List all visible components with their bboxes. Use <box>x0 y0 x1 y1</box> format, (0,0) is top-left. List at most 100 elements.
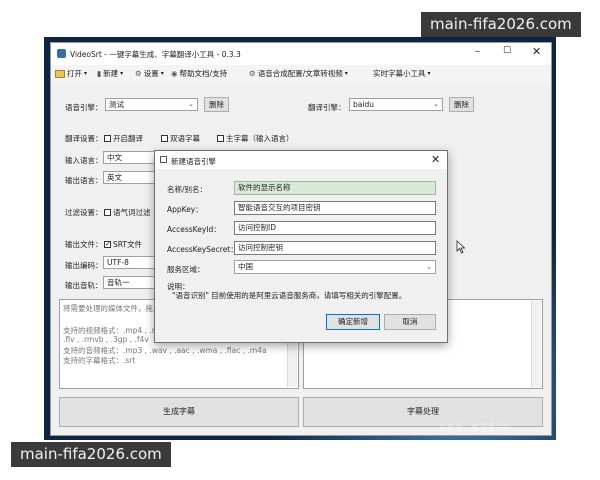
menu-settings-label: 设置 <box>143 69 159 78</box>
appkey-field-value: 智能语音交互的项目密钥 <box>238 203 321 212</box>
menu-speech-config-label: 语音合成配置/文章转视频 <box>257 69 343 78</box>
menu-open-label: 打开 <box>67 69 82 78</box>
chevron-down-icon: ⌄ <box>433 100 439 108</box>
help-icon: ◉ <box>171 69 178 78</box>
keyid-label: AccessKeyId： <box>167 225 221 234</box>
menu-open[interactable]: 打开 ▾ <box>55 68 87 79</box>
dialog-close-icon[interactable]: ✕ <box>431 153 440 166</box>
input-lang-select[interactable]: 中文 <box>103 151 155 164</box>
checkbox-icon <box>217 135 224 142</box>
new-icon: ▮ <box>97 69 102 78</box>
filter-checkbox[interactable]: 语气词过滤 <box>104 207 151 218</box>
engine-select-value: 测试 <box>109 100 124 109</box>
generate-subtitle-button[interactable]: 生成字幕 <box>59 397 299 427</box>
output-lang-label: 输出语言： <box>65 176 103 185</box>
output-track-label: 输出音轨： <box>65 281 103 290</box>
output-lang-value: 英文 <box>107 173 122 182</box>
chevron-down-icon: ▾ <box>344 70 348 77</box>
output-encoding-label: 输出编码： <box>65 261 103 270</box>
appkey-label: AppKey： <box>167 205 203 214</box>
scrollbar[interactable] <box>531 301 541 387</box>
main-subtitle-label: 主字幕（输入语言） <box>226 134 294 143</box>
appkey-field[interactable]: 智能语音交互的项目密钥 <box>234 201 436 215</box>
menu-help[interactable]: ◉ 帮助文档/支持 <box>171 68 227 79</box>
dialog-title-bar: 新建语音引擎 ✕ <box>155 151 447 169</box>
faint-watermark: 头条号：繁华落尽的 <box>439 423 511 432</box>
translate-engine-select-value: baidu <box>353 100 374 109</box>
checkbox-icon <box>161 135 168 142</box>
engine-select[interactable]: 测试 ⌄ <box>105 98 198 111</box>
menu-realtime[interactable]: 实时字幕小工具 ▾ <box>373 68 431 79</box>
mouse-cursor-icon <box>456 240 466 254</box>
keyid-field[interactable]: 访问控制ID <box>234 221 436 235</box>
name-field-value: 软件的显示名称 <box>238 183 291 192</box>
dialog-title: 新建语音引擎 <box>171 157 216 166</box>
checkmark-icon: ✓ <box>104 240 111 248</box>
translate-engine-delete-button[interactable]: 删除 <box>449 97 474 112</box>
secret-field[interactable]: 访问控制密钥 <box>234 241 436 255</box>
name-label: 名称/别名： <box>167 185 208 194</box>
chevron-down-icon: ▾ <box>120 70 124 77</box>
menu-new[interactable]: ▮ 新建 ▾ <box>97 68 123 79</box>
enable-translate-checkbox[interactable]: 开启翻译 <box>104 133 143 144</box>
secret-label: AccessKeySecret： <box>167 245 238 254</box>
menu-settings[interactable]: ⚙ 设置 ▾ <box>135 68 164 79</box>
chevron-down-icon: ▾ <box>84 70 88 77</box>
filter-option-label: 语气词过滤 <box>113 208 151 217</box>
chevron-down-icon: ▾ <box>427 70 431 77</box>
filter-label: 过滤设置： <box>65 208 103 217</box>
translate-engine-select[interactable]: baidu ⌄ <box>349 98 443 111</box>
dialog-icon <box>160 156 167 163</box>
close-icon[interactable]: ✕ <box>532 45 541 58</box>
video-formats-line2: .flv , .rmvb , .3gp , .f4v <box>63 335 149 344</box>
name-field[interactable]: 软件的显示名称 <box>234 181 436 195</box>
region-select[interactable]: 中国 ⌄ <box>234 260 436 274</box>
maximize-icon[interactable]: ☐ <box>503 46 511 56</box>
chevron-down-icon: ⌄ <box>188 100 194 108</box>
output-file-label: 输出文件： <box>65 240 103 249</box>
title-bar: VideoSrt - 一键字幕生成、字幕翻译小工具 - 0.3.3 – ☐ ✕ <box>51 43 551 65</box>
menu-help-label: 帮助文档/支持 <box>179 69 228 78</box>
output-encoding-value: UTF-8 <box>107 258 129 267</box>
menu-bar: 打开 ▾ ▮ 新建 ▾ ⚙ 设置 ▾ ◉ 帮助文档/支持 ⚙ 语音合成配置/文章… <box>51 65 551 83</box>
gear-icon: ⚙ <box>135 69 142 78</box>
enable-translate-label: 开启翻译 <box>113 134 143 143</box>
dropzone-hint: 将需要处理的媒体文件，拖入 <box>63 304 161 313</box>
minimize-icon[interactable]: – <box>475 46 480 57</box>
chevron-down-icon: ⌄ <box>426 263 432 271</box>
srt-option-label: SRT文件 <box>113 240 143 249</box>
window-title: VideoSrt - 一键字幕生成、字幕翻译小工具 - 0.3.3 <box>70 50 241 59</box>
srt-checkbox[interactable]: ✓ SRT文件 <box>104 239 142 250</box>
output-track-value: 音轨一 <box>107 278 130 287</box>
checkbox-icon <box>104 209 111 216</box>
menu-realtime-label: 实时字幕小工具 <box>373 69 426 78</box>
output-lang-select[interactable]: 英文 <box>103 171 155 184</box>
watermark-bottom: main-fifa2026.com <box>11 442 171 467</box>
keyid-field-value: 访问控制ID <box>238 223 276 232</box>
note-text: "语音识别" 目前使用的是阿里云语音服务商，请填写相关的引擎配置。 <box>172 291 407 300</box>
secret-field-value: 访问控制密钥 <box>238 243 283 252</box>
translate-settings-label: 翻译设置： <box>65 134 103 143</box>
output-encoding-select[interactable]: UTF-8 <box>103 256 155 269</box>
input-lang-value: 中文 <box>107 153 122 162</box>
app-icon <box>57 49 66 58</box>
cancel-button[interactable]: 取消 <box>384 314 436 330</box>
bilingual-checkbox[interactable]: 双语字幕 <box>161 133 200 144</box>
output-track-select[interactable]: 音轨一 <box>103 276 155 289</box>
gear-icon: ⚙ <box>249 69 256 78</box>
region-select-value: 中国 <box>238 262 253 271</box>
checkbox-icon <box>104 135 111 142</box>
menu-new-label: 新建 <box>103 69 119 78</box>
main-subtitle-checkbox[interactable]: 主字幕（输入语言） <box>217 133 294 144</box>
new-engine-dialog: 新建语音引擎 ✕ 名称/别名： 软件的显示名称 AppKey： 智能语音交互的项… <box>154 150 448 343</box>
confirm-add-button[interactable]: 确定新增 <box>326 314 380 330</box>
engine-delete-button[interactable]: 删除 <box>204 97 229 112</box>
folder-icon <box>55 69 65 78</box>
chevron-down-icon: ▾ <box>160 70 164 77</box>
translate-engine-label: 翻译引擎： <box>308 103 346 112</box>
watermark-top: main-fifa2026.com <box>421 12 581 37</box>
bilingual-label: 双语字幕 <box>170 134 200 143</box>
menu-speech-config[interactable]: ⚙ 语音合成配置/文章转视频 ▾ <box>249 68 348 79</box>
region-label: 服务区域： <box>167 265 205 274</box>
subtitle-formats: 支持的字幕格式：.srt <box>63 356 136 365</box>
